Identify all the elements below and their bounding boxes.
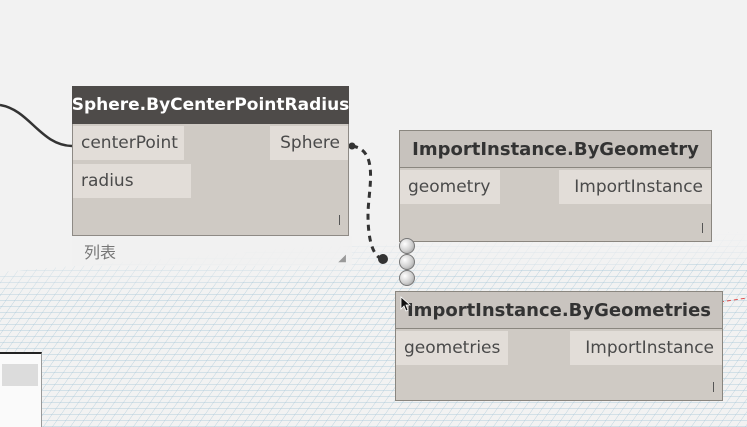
- import-instance-output-port[interactable]: ImportInstance: [570, 331, 722, 365]
- workspace-canvas[interactable]: Sphere.ByCenterPointRadius centerPoint r…: [0, 0, 747, 427]
- minimap-viewport: [2, 364, 38, 386]
- centerpoint-input-port[interactable]: centerPoint: [73, 126, 184, 160]
- pin-ball-icon: [399, 254, 415, 270]
- geometries-input-port[interactable]: geometries: [396, 331, 508, 365]
- import-by-geometries-body: geometries ImportInstance: [395, 329, 723, 401]
- pin-ball-icon: [399, 270, 415, 286]
- mouse-cursor-icon: [400, 296, 412, 312]
- import-by-geometry-resize-mark: [702, 223, 703, 233]
- sphere-node[interactable]: Sphere.ByCenterPointRadius centerPoint r…: [72, 86, 349, 236]
- import-by-geometries-node[interactable]: ImportInstance.ByGeometries geometries I…: [395, 291, 723, 401]
- sphere-node-body: centerPoint radius Sphere: [72, 124, 349, 236]
- import-by-geometry-body: geometry ImportInstance: [399, 168, 712, 242]
- geometry-input-port[interactable]: geometry: [400, 170, 500, 204]
- minimap-thumbnail[interactable]: [0, 352, 42, 427]
- sphere-node-title[interactable]: Sphere.ByCenterPointRadius: [72, 86, 349, 124]
- pin-ball-icon: [399, 238, 415, 254]
- radius-input-port[interactable]: radius: [73, 164, 191, 198]
- import-by-geometry-title[interactable]: ImportInstance.ByGeometry: [399, 130, 712, 168]
- sphere-output-port[interactable]: Sphere: [270, 126, 348, 160]
- import-by-geometries-title[interactable]: ImportInstance.ByGeometries: [395, 291, 723, 329]
- import-by-geometry-node[interactable]: ImportInstance.ByGeometry geometry Impor…: [399, 130, 712, 242]
- sphere-node-resize-mark: [339, 215, 340, 225]
- sphere-preview-bubble[interactable]: 列表 ◢: [72, 236, 352, 266]
- import-instance-output-port[interactable]: ImportInstance: [559, 170, 711, 204]
- preview-label: 列表: [84, 243, 117, 262]
- preview-expand-icon[interactable]: ◢: [338, 253, 346, 264]
- import-by-geometries-resize-mark: [713, 382, 714, 392]
